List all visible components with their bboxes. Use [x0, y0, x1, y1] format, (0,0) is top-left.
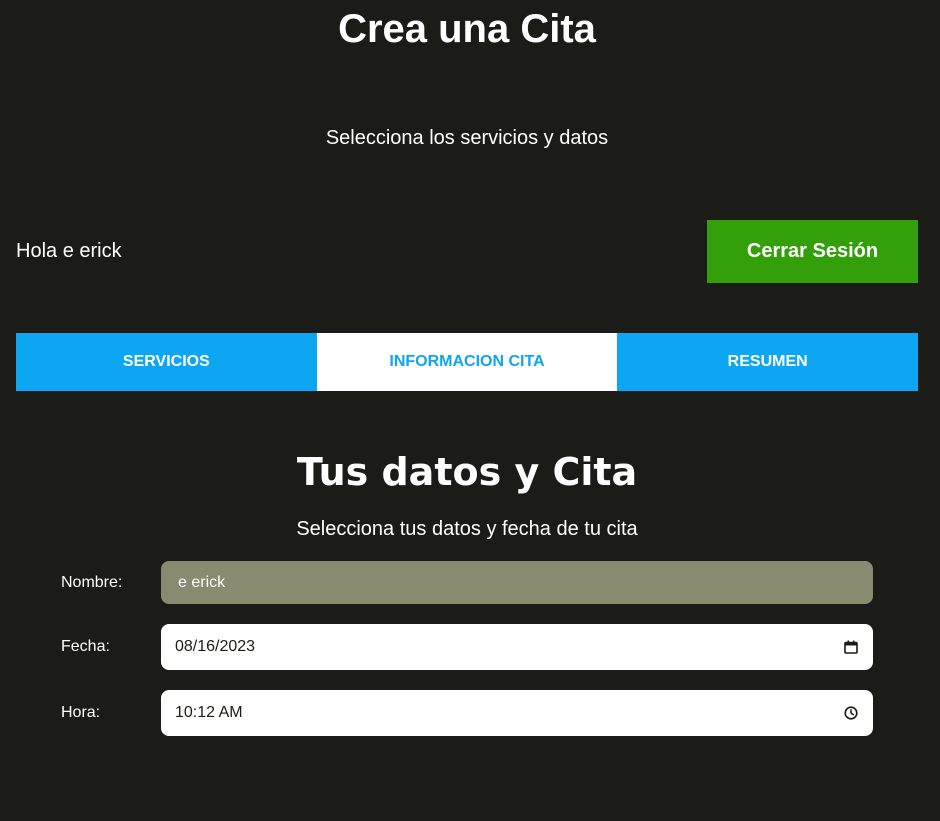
date-value: 08/16/2023: [175, 638, 256, 655]
page-title: Crea una Cita: [338, 7, 596, 51]
name-value: e erick: [178, 573, 226, 591]
clock-icon[interactable]: [843, 705, 859, 721]
tab-servicios[interactable]: SERVICIOS: [16, 333, 317, 391]
time-field[interactable]: 10:12 AM: [161, 690, 873, 736]
time-value: 10:12 AM: [175, 704, 243, 721]
name-label: Nombre:: [61, 573, 123, 591]
date-label: Fecha:: [61, 638, 110, 655]
step-tabs: SERVICIOS INFORMACION CITA RESUMEN: [16, 333, 919, 391]
date-field[interactable]: 08/16/2023: [161, 624, 873, 670]
time-row: Hora: 10:12 AM: [61, 690, 873, 736]
logout-button[interactable]: Cerrar Sesión: [707, 220, 918, 283]
name-field[interactable]: e erick: [161, 561, 873, 604]
tab-resumen[interactable]: RESUMEN: [617, 333, 919, 391]
tab-informacion-cita[interactable]: INFORMACION CITA: [316, 333, 618, 391]
section-subtitle: Selecciona tus datos y fecha de tu cita: [296, 518, 638, 540]
page-subtitle: Selecciona los servicios y datos: [325, 127, 609, 149]
name-row: Nombre: e erick: [61, 561, 873, 604]
calendar-icon[interactable]: [843, 639, 859, 655]
date-row: Fecha: 08/16/2023: [61, 624, 873, 670]
section-title: Tus datos y Cita: [296, 450, 638, 494]
user-greeting: Hola e erick: [16, 240, 122, 262]
time-label: Hora:: [61, 704, 101, 721]
